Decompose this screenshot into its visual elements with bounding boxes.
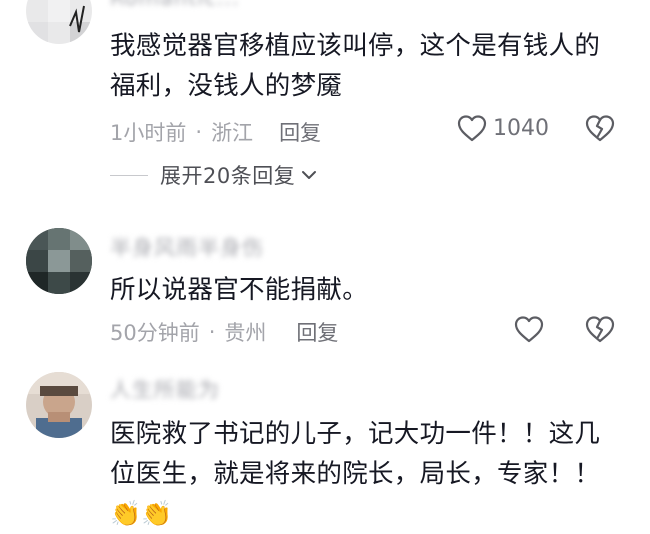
comment-text: 医院救了书记的儿子，记大功一件！！这几位医生，就是将来的院长，局长，专家！！ 👏… [110, 414, 610, 534]
broken-heart-icon [585, 115, 615, 142]
username[interactable]: Romantic... [110, 0, 240, 10]
heart-outline-icon [457, 115, 487, 142]
comment-meta: 50分钟前 · 贵州 回复 [110, 317, 338, 347]
comment-text: 所以说器官不能捐献。 [110, 275, 369, 305]
username[interactable]: 半身风雨半身伤 [110, 232, 264, 262]
heart-outline-icon [514, 316, 544, 343]
comment-time: 50分钟前 [110, 321, 200, 345]
like-button[interactable] [514, 315, 544, 343]
dislike-button[interactable] [585, 315, 615, 347]
chevron-down-icon [302, 171, 317, 179]
comment-item: 人生所能为 医院救了书记的儿子，记大功一件！！这几位医生，就是将来的院长，局长，… [0, 360, 650, 529]
separator-dot: · [208, 320, 216, 344]
separator-dot: · [195, 120, 203, 144]
reply-button[interactable]: 回复 [296, 317, 338, 347]
username[interactable]: 人生所能为 [110, 374, 220, 404]
like-button[interactable]: 1040 [457, 114, 549, 142]
avatar[interactable] [26, 372, 92, 438]
comment-item: Romantic... 我感觉器官移植应该叫停，这个是有钱人的福利，没钱人的梦魇… [0, 0, 650, 200]
avatar[interactable] [26, 0, 92, 44]
comment-meta: 1小时前 · 浙江 回复 [110, 117, 321, 147]
dislike-button[interactable] [585, 114, 615, 146]
comment-item: 半身风雨半身伤 所以说器官不能捐献。 50分钟前 · 贵州 回复 [0, 210, 650, 360]
comment-time: 1小时前 [110, 121, 187, 145]
broken-heart-icon [585, 316, 615, 343]
expand-replies-label: 展开20条回复 [160, 164, 296, 188]
avatar[interactable] [26, 228, 92, 294]
comment-text: 我感觉器官移植应该叫停，这个是有钱人的福利，没钱人的梦魇 [110, 31, 601, 101]
comment-location: 贵州 [224, 321, 267, 345]
like-count: 1040 [493, 115, 549, 141]
comment-text-body: 医院救了书记的儿子，记大功一件！！这几位医生，就是将来的院长，局长，专家！！ [110, 419, 601, 489]
reply-button[interactable]: 回复 [279, 117, 321, 147]
expand-replies-button[interactable]: 展开20条回复 [110, 160, 318, 190]
expand-divider [110, 174, 148, 176]
clapping-hands-icon: 👏👏 [110, 499, 173, 528]
comment-location: 浙江 [211, 121, 254, 145]
